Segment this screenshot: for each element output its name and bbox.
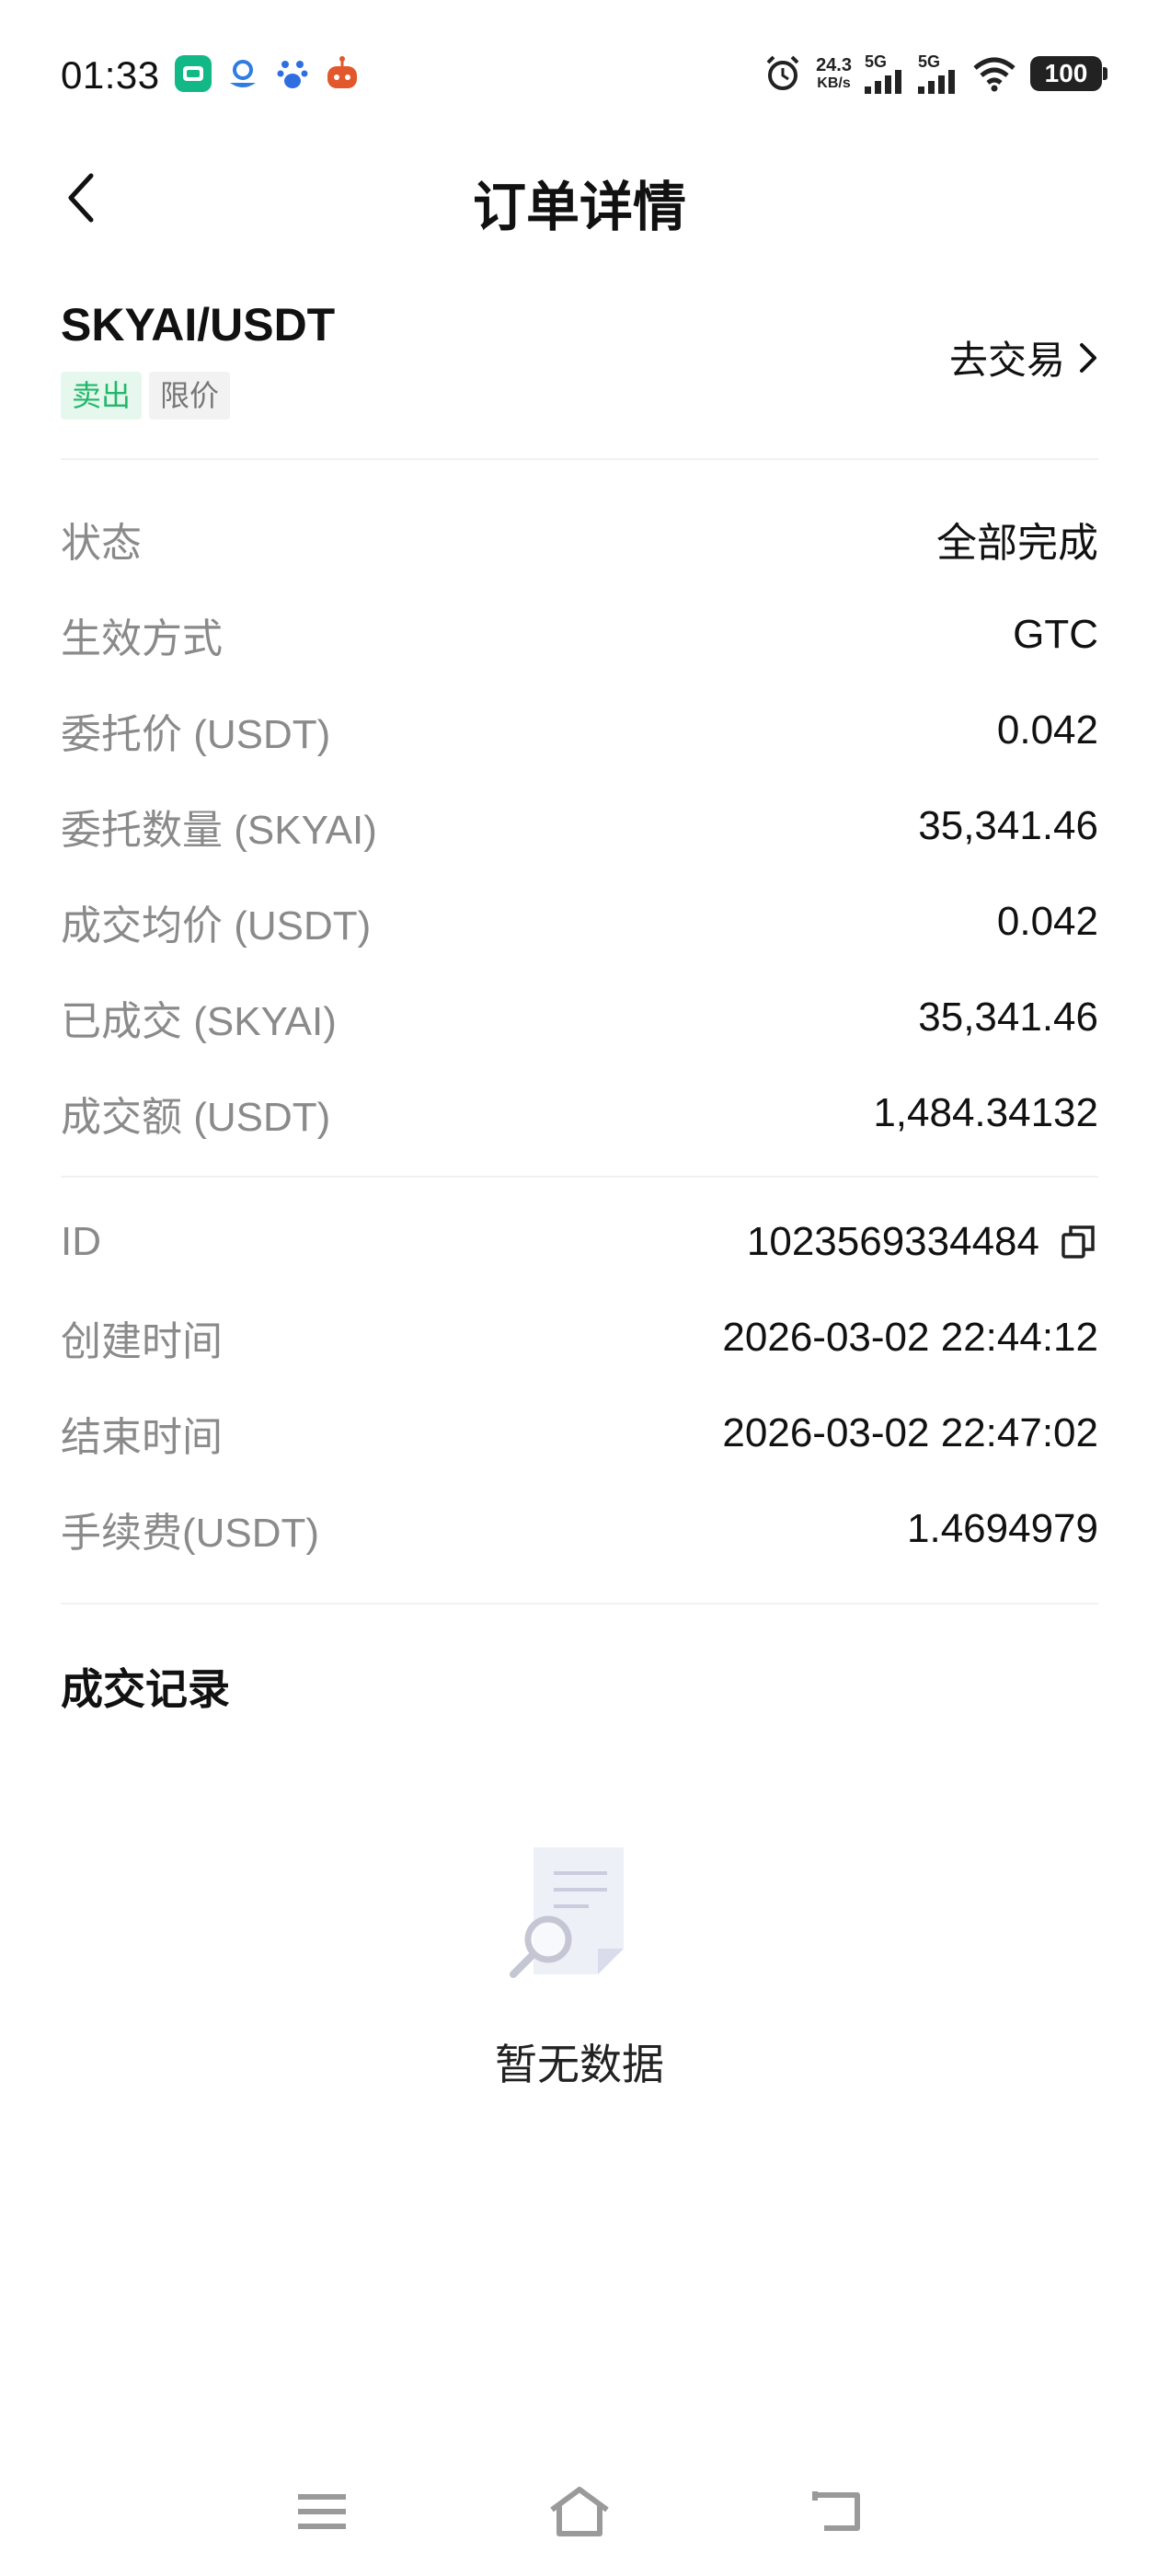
- copy-icon: [1061, 1225, 1095, 1259]
- detail-label: 委托价 (USDT): [61, 712, 331, 757]
- trading-pair: SKYAI/USDT: [61, 299, 336, 351]
- order-tags: 卖出 限价: [61, 372, 231, 420]
- detail-value: 全部完成: [936, 521, 1098, 566]
- detail-row-status: 状态 全部完成: [61, 491, 1098, 587]
- trade-records-title: 成交记录: [61, 1665, 230, 1713]
- page-title: 订单详情: [472, 178, 686, 237]
- meta-label: ID: [61, 1219, 101, 1264]
- empty-state: 暂无数据: [0, 1840, 1159, 2092]
- paw-notification-icon: [274, 55, 311, 92]
- detail-label: 委托数量 (SKYAI): [61, 808, 377, 853]
- header: 订单详情: [0, 138, 1159, 258]
- meta-label: 手续费(USDT): [61, 1511, 320, 1556]
- detail-row-order-amount: 委托数量 (SKYAI) 35,341.46: [61, 778, 1098, 874]
- detail-label: 成交均价 (USDT): [61, 903, 372, 949]
- signal-bars-icon: [918, 70, 955, 94]
- robot-notification-icon: [324, 55, 361, 92]
- detail-value: GTC: [1013, 612, 1098, 657]
- order-details: 状态 全部完成 生效方式 GTC 委托价 (USDT) 0.042 委托数量 (…: [61, 491, 1098, 1161]
- battery-indicator: 100: [1030, 56, 1107, 91]
- detail-row-filled: 已成交 (SKYAI) 35,341.46: [61, 970, 1098, 1065]
- detail-value: 35,341.46: [918, 803, 1098, 848]
- order-id: 1023569334484: [747, 1219, 1098, 1265]
- detail-label: 已成交 (SKYAI): [61, 999, 337, 1044]
- detail-value: 0.042: [996, 899, 1098, 944]
- detail-label: 状态: [61, 521, 142, 566]
- meta-label: 创建时间: [61, 1319, 223, 1364]
- side-tag: 卖出: [61, 372, 143, 420]
- meta-label: 结束时间: [61, 1415, 223, 1460]
- order-id-value: 1023569334484: [746, 1219, 1039, 1264]
- network-speed-value: 24.3: [816, 55, 852, 75]
- detail-value: 35,341.46: [918, 995, 1098, 1040]
- status-right-group: 24.3 KB/s 5G 5G 100: [763, 53, 1107, 94]
- detail-row-turnover: 成交额 (USDT) 1,484.34132: [61, 1065, 1098, 1161]
- detail-value: 1,484.34132: [873, 1090, 1098, 1135]
- return-icon: [812, 2491, 860, 2531]
- detail-row-avg-price: 成交均价 (USDT) 0.042: [61, 874, 1098, 970]
- meta-row-created: 创建时间 2026-03-02 22:44:12: [61, 1290, 1098, 1386]
- chevron-right-icon: [1080, 342, 1096, 373]
- go-trade-label: 去交易: [948, 339, 1065, 382]
- signal-2: 5G: [918, 53, 958, 94]
- menu-icon: [298, 2494, 346, 2529]
- back-nav-button[interactable]: [800, 2484, 874, 2539]
- status-time: 01:33: [61, 53, 160, 97]
- meta-row-finished: 结束时间 2026-03-02 22:47:02: [61, 1386, 1098, 1481]
- meta-value: 2026-03-02 22:44:12: [722, 1315, 1098, 1360]
- menu-nav-button[interactable]: [285, 2484, 359, 2539]
- detail-row-time-in-force: 生效方式 GTC: [61, 587, 1098, 683]
- status-bar: 01:33 24.3 KB/s 5G 5G 100: [0, 0, 1159, 138]
- signal-2-label: 5G: [918, 52, 941, 71]
- detail-label: 生效方式: [61, 616, 223, 661]
- copy-id-button[interactable]: [1058, 1222, 1098, 1262]
- empty-document-search-icon: [510, 1847, 624, 1978]
- meta-value: 2026-03-02 22:47:02: [722, 1410, 1098, 1455]
- notification-icons: [175, 55, 361, 92]
- home-icon: [550, 2487, 609, 2536]
- meta-row-id: ID 1023569334484: [61, 1194, 1098, 1290]
- cloud-notification-icon: [224, 55, 261, 92]
- signal-bars-icon: [865, 70, 901, 94]
- home-nav-button[interactable]: [543, 2484, 616, 2539]
- alarm-icon: [766, 55, 799, 90]
- detail-value: 0.042: [996, 707, 1098, 753]
- divider: [61, 1176, 1098, 1178]
- system-nav-bar: [0, 2466, 1159, 2558]
- meta-value: 1.4694979: [907, 1506, 1098, 1551]
- network-speed: 24.3 KB/s: [816, 55, 852, 92]
- empty-state-text: 暂无数据: [495, 2041, 664, 2088]
- signal-1: 5G: [865, 53, 905, 94]
- go-trade-link[interactable]: 去交易: [949, 329, 1098, 385]
- detail-label: 成交额 (USDT): [61, 1095, 331, 1140]
- wifi-icon: [973, 57, 1016, 92]
- detail-row-order-price: 委托价 (USDT) 0.042: [61, 683, 1098, 778]
- divider: [61, 458, 1098, 460]
- order-meta: ID 1023569334484 创建时间 2026-03-02 22:44:1…: [61, 1194, 1098, 1577]
- signal-1-label: 5G: [865, 52, 888, 71]
- network-speed-unit: KB/s: [817, 75, 851, 91]
- meta-row-fee: 手续费(USDT) 1.4694979: [61, 1481, 1098, 1577]
- app-notification-icon: [175, 55, 212, 92]
- order-pair-section: SKYAI/USDT 卖出 限价 去交易: [61, 293, 1098, 458]
- order-type-tag: 限价: [149, 372, 231, 420]
- divider: [61, 1603, 1098, 1604]
